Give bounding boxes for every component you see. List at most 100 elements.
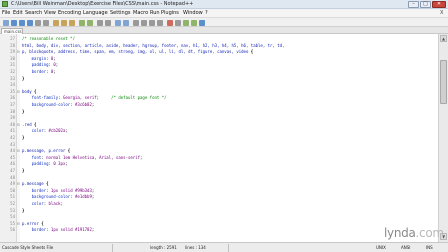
show-all-chars-icon[interactable] (149, 20, 155, 26)
open-file-icon[interactable] (11, 20, 17, 26)
code-line[interactable]: 34 (0, 82, 438, 87)
code-text: font: normal 1em Helvetica, Arial, sans-… (22, 154, 143, 160)
code-line[interactable]: 28 html, body, div, section, article, asi… (0, 43, 438, 48)
code-line[interactable]: 56 border: 1px solid #191782; (0, 227, 438, 232)
code-editor[interactable]: 27 /* reasonable reset */ 28 html, body, di… (0, 34, 438, 242)
code-line[interactable]: 47} (0, 168, 438, 173)
sync-scroll-icon[interactable] (133, 20, 139, 26)
run-macro-multiple-icon[interactable] (191, 20, 197, 26)
menu-file[interactable]: File (2, 9, 10, 17)
cut-icon[interactable] (53, 20, 59, 26)
word-wrap-icon[interactable] (141, 20, 147, 26)
play-macro-icon[interactable] (183, 20, 189, 26)
zoom-out-icon[interactable] (123, 20, 129, 26)
code-line[interactable]: 37 background-color: #3c6b82; (0, 102, 438, 107)
token-value: #e1dbb9 (75, 194, 92, 200)
menu-window[interactable]: Window (183, 9, 203, 17)
code-line[interactable]: 31 padding: 0; (0, 62, 438, 67)
menu-search[interactable]: Search (25, 9, 42, 17)
code-line[interactable]: 41 color: #cb202a; (0, 128, 438, 133)
scrollbar-thumb[interactable] (440, 60, 447, 104)
close-window-button[interactable]: ✕ (432, 1, 446, 8)
menu-run[interactable]: Run (150, 9, 160, 17)
undo-icon[interactable] (79, 20, 85, 26)
code-line[interactable]: 55 ⊟ p.error { (0, 221, 438, 226)
code-line[interactable]: 44 ⊟ p.message, p.error { (0, 148, 438, 153)
fold-collapse-icon[interactable]: ⊟ (17, 181, 21, 186)
code-line[interactable]: 38} (0, 109, 438, 114)
code-line[interactable]: 33} (0, 76, 438, 81)
menu-language[interactable]: Language (83, 9, 108, 17)
code-text: } (22, 135, 24, 140)
code-line[interactable]: 43 (0, 142, 438, 147)
token-property: font (22, 154, 42, 160)
vertical-scrollbar[interactable]: ▲ ▼ (438, 34, 448, 242)
redo-icon[interactable] (87, 20, 93, 26)
menu-edit[interactable]: Edit (13, 9, 23, 17)
code-text: p, blockquote, address, time, span, em, … (22, 49, 253, 54)
token-value: normal 1em Helvetica, Arial, sans-serif (46, 154, 141, 160)
copy-icon[interactable] (61, 20, 67, 26)
fold-collapse-icon[interactable]: ⊟ (17, 148, 21, 153)
line-number: 44 (10, 148, 15, 154)
code-line[interactable]: 29 ⊟ p, blockquote, address, time, span, e… (0, 49, 438, 54)
menu-view[interactable]: View (44, 9, 56, 17)
record-macro-icon[interactable] (167, 20, 173, 26)
code-line[interactable]: 46 padding: 0 3px; (0, 161, 438, 166)
scroll-up-arrow-icon[interactable]: ▲ (440, 35, 447, 42)
minimize-button[interactable]: – (408, 1, 419, 8)
indent-guide-icon[interactable] (157, 20, 163, 26)
paste-icon[interactable] (69, 20, 75, 26)
code-line[interactable]: 51 background-color: #e1dbb9; (0, 194, 438, 199)
fold-collapse-icon[interactable]: ⊟ (17, 221, 21, 226)
code-line[interactable]: 39 (0, 115, 438, 120)
code-line[interactable]: 52 color: black; (0, 201, 438, 206)
code-line[interactable]: 49 ⊟ p.message { (0, 181, 438, 186)
maximize-button[interactable]: □ (420, 1, 431, 8)
token-value: 1px solid #99b3d3 (50, 187, 92, 193)
code-line[interactable]: 40 ⊟ .red { (0, 122, 438, 127)
fold-collapse-icon[interactable]: ⊟ (17, 89, 21, 94)
code-line[interactable]: 48 (0, 175, 438, 180)
menu-macro[interactable]: Macro (133, 9, 148, 17)
token-brace: { (34, 88, 37, 94)
line-number: 39 (10, 115, 15, 121)
code-line[interactable]: 54 (0, 214, 438, 219)
close-document-button[interactable]: X (440, 9, 443, 17)
toolbar (0, 17, 448, 27)
stop-macro-icon[interactable] (175, 20, 181, 26)
print-icon[interactable] (43, 20, 49, 26)
watermark-brand: lynda (384, 226, 416, 240)
code-line[interactable]: 30 margin: 0; (0, 56, 438, 61)
fold-collapse-icon[interactable]: ⊟ (17, 49, 21, 54)
code-line[interactable]: 35 ⊟ body { (0, 89, 438, 94)
zoom-in-icon[interactable] (115, 20, 121, 26)
code-line[interactable]: 42} (0, 135, 438, 140)
save-icon[interactable] (19, 20, 25, 26)
code-line[interactable]: 27 /* reasonable reset */ (0, 36, 438, 41)
code-line[interactable]: 50 border: 1px solid #99b3d3; (0, 188, 438, 193)
token-brace: { (67, 148, 71, 154)
menu-plugins[interactable]: Plugins (161, 9, 179, 17)
token-selector: body (22, 88, 35, 94)
find-icon[interactable] (97, 20, 103, 26)
code-line[interactable]: 45 font: normal 1em Helvetica, Arial, sa… (0, 155, 438, 160)
code-line[interactable]: 53} (0, 208, 438, 213)
new-file-icon[interactable] (3, 20, 9, 26)
replace-icon[interactable] (105, 20, 111, 26)
menu-help[interactable]: ? (205, 9, 208, 17)
fold-collapse-icon[interactable]: ⊟ (17, 122, 21, 127)
menu-encoding[interactable]: Encoding (58, 9, 81, 17)
line-number: 47 (10, 168, 15, 173)
token-property: padding (22, 161, 49, 167)
line-number: 45 (10, 154, 15, 160)
save-all-icon[interactable] (27, 20, 33, 26)
token-brace: } (22, 75, 25, 81)
code-text: .red { (22, 122, 36, 127)
code-line[interactable]: 32 border: 0; (0, 69, 438, 74)
save-macro-icon[interactable] (199, 20, 205, 26)
code-line[interactable]: 36 font-family: Georgia, serif; /* defau… (0, 95, 438, 100)
menu-settings[interactable]: Settings (110, 9, 131, 17)
close-file-icon[interactable] (35, 20, 41, 26)
token-selector: p.error (22, 220, 42, 226)
